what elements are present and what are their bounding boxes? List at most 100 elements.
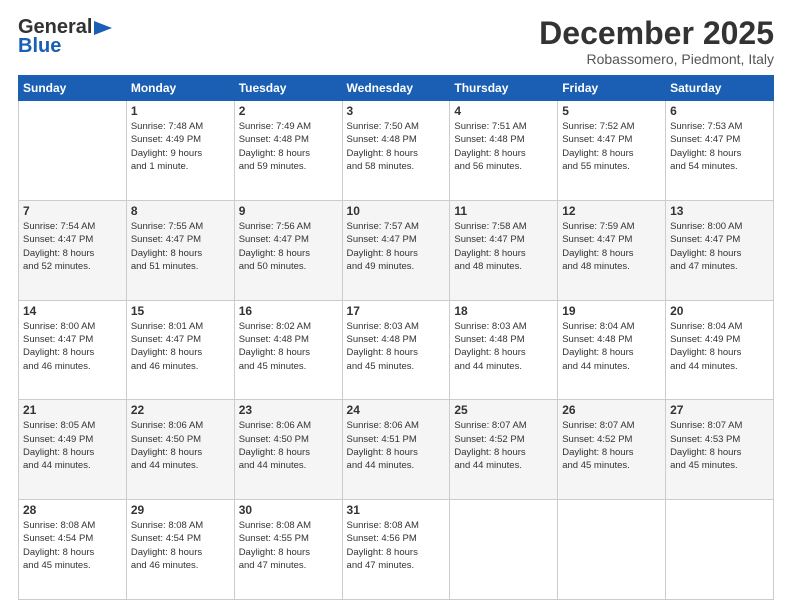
day-number: 10: [347, 204, 446, 218]
col-sunday: Sunday: [19, 76, 127, 101]
day-number: 11: [454, 204, 553, 218]
calendar: Sunday Monday Tuesday Wednesday Thursday…: [18, 75, 774, 600]
table-row: 31 Sunrise: 8:08 AMSunset: 4:56 PMDayligh…: [342, 500, 450, 600]
table-row: 9 Sunrise: 7:56 AMSunset: 4:47 PMDaylight…: [234, 200, 342, 300]
day-info: Sunrise: 8:06 AMSunset: 4:51 PMDaylight:…: [347, 419, 446, 472]
table-row: 1 Sunrise: 7:48 AMSunset: 4:49 PMDaylight…: [126, 101, 234, 201]
day-info: Sunrise: 8:08 AMSunset: 4:54 PMDaylight:…: [131, 519, 230, 572]
day-info: Sunrise: 8:03 AMSunset: 4:48 PMDaylight:…: [454, 320, 553, 373]
day-info: Sunrise: 8:00 AMSunset: 4:47 PMDaylight:…: [23, 320, 122, 373]
table-row: 13 Sunrise: 8:00 AMSunset: 4:47 PMDayligh…: [666, 200, 774, 300]
table-row: 27 Sunrise: 8:07 AMSunset: 4:53 PMDayligh…: [666, 400, 774, 500]
day-info: Sunrise: 7:50 AMSunset: 4:48 PMDaylight:…: [347, 120, 446, 173]
day-number: 6: [670, 104, 769, 118]
day-number: 13: [670, 204, 769, 218]
day-info: Sunrise: 8:04 AMSunset: 4:49 PMDaylight:…: [670, 320, 769, 373]
table-row: 2Sunrise: 7:49 AMSunset: 4:48 PMDaylight…: [234, 101, 342, 201]
day-info: Sunrise: 8:08 AMSunset: 4:56 PMDaylight:…: [347, 519, 446, 572]
day-number: 24: [347, 403, 446, 417]
day-number: 18: [454, 304, 553, 318]
table-row: 19 Sunrise: 8:04 AMSunset: 4:48 PMDayligh…: [558, 300, 666, 400]
day-number: 3: [347, 104, 446, 118]
table-row: 6Sunrise: 7:53 AMSunset: 4:47 PMDaylight…: [666, 101, 774, 201]
day-info: Sunrise: 8:05 AMSunset: 4:49 PMDaylight:…: [23, 419, 122, 472]
location: Robassomero, Piedmont, Italy: [539, 51, 774, 67]
table-row: 24 Sunrise: 8:06 AMSunset: 4:51 PMDayligh…: [342, 400, 450, 500]
day-number: 20: [670, 304, 769, 318]
day-number: 14: [23, 304, 122, 318]
calendar-week-row: 28 Sunrise: 8:08 AMSunset: 4:54 PMDayligh…: [19, 500, 774, 600]
day-number: 12: [562, 204, 661, 218]
table-row: [666, 500, 774, 600]
table-row: 22 Sunrise: 8:06 AMSunset: 4:50 PMDayligh…: [126, 400, 234, 500]
day-info: Sunrise: 7:52 AMSunset: 4:47 PMDaylight:…: [562, 120, 661, 173]
day-info: Sunrise: 8:08 AMSunset: 4:54 PMDaylight:…: [23, 519, 122, 572]
table-row: 4Sunrise: 7:51 AMSunset: 4:48 PMDaylight…: [450, 101, 558, 201]
day-number: 23: [239, 403, 338, 417]
day-number: 19: [562, 304, 661, 318]
table-row: 20 Sunrise: 8:04 AMSunset: 4:49 PMDayligh…: [666, 300, 774, 400]
month-title: December 2025: [539, 16, 774, 51]
day-number: 15: [131, 304, 230, 318]
day-number: 5: [562, 104, 661, 118]
day-info: Sunrise: 7:54 AMSunset: 4:47 PMDaylight:…: [23, 220, 122, 273]
calendar-week-row: 21Sunrise: 8:05 AMSunset: 4:49 PMDayligh…: [19, 400, 774, 500]
day-info: Sunrise: 8:00 AMSunset: 4:47 PMDaylight:…: [670, 220, 769, 273]
table-row: 11 Sunrise: 7:58 AMSunset: 4:47 PMDayligh…: [450, 200, 558, 300]
day-info: Sunrise: 8:06 AMSunset: 4:50 PMDaylight:…: [131, 419, 230, 472]
table-row: 5 Sunrise: 7:52 AMSunset: 4:47 PMDaylight…: [558, 101, 666, 201]
header: General Blue December 2025 Robassomero, …: [18, 16, 774, 67]
table-row: 25 Sunrise: 8:07 AMSunset: 4:52 PMDayligh…: [450, 400, 558, 500]
col-monday: Monday: [126, 76, 234, 101]
day-info: Sunrise: 8:01 AMSunset: 4:47 PMDaylight:…: [131, 320, 230, 373]
table-row: 28 Sunrise: 8:08 AMSunset: 4:54 PMDayligh…: [19, 500, 127, 600]
day-info: Sunrise: 8:07 AMSunset: 4:52 PMDaylight:…: [562, 419, 661, 472]
table-row: 17Sunrise: 8:03 AMSunset: 4:48 PMDayligh…: [342, 300, 450, 400]
day-number: 31: [347, 503, 446, 517]
day-number: 1: [131, 104, 230, 118]
day-info: Sunrise: 8:02 AMSunset: 4:48 PMDaylight:…: [239, 320, 338, 373]
table-row: 7 Sunrise: 7:54 AMSunset: 4:47 PMDaylight…: [19, 200, 127, 300]
calendar-header-row: Sunday Monday Tuesday Wednesday Thursday…: [19, 76, 774, 101]
table-row: 10Sunrise: 7:57 AMSunset: 4:47 PMDayligh…: [342, 200, 450, 300]
logo-flag-icon: [94, 21, 112, 35]
table-row: 14 Sunrise: 8:00 AMSunset: 4:47 PMDayligh…: [19, 300, 127, 400]
table-row: 8Sunrise: 7:55 AMSunset: 4:47 PMDaylight…: [126, 200, 234, 300]
calendar-week-row: 14 Sunrise: 8:00 AMSunset: 4:47 PMDayligh…: [19, 300, 774, 400]
day-info: Sunrise: 8:08 AMSunset: 4:55 PMDaylight:…: [239, 519, 338, 572]
table-row: 15 Sunrise: 8:01 AMSunset: 4:47 PMDayligh…: [126, 300, 234, 400]
day-number: 28: [23, 503, 122, 517]
col-wednesday: Wednesday: [342, 76, 450, 101]
day-number: 9: [239, 204, 338, 218]
table-row: 29 Sunrise: 8:08 AMSunset: 4:54 PMDayligh…: [126, 500, 234, 600]
day-number: 17: [347, 304, 446, 318]
col-friday: Friday: [558, 76, 666, 101]
day-number: 29: [131, 503, 230, 517]
table-row: 18 Sunrise: 8:03 AMSunset: 4:48 PMDayligh…: [450, 300, 558, 400]
col-tuesday: Tuesday: [234, 76, 342, 101]
table-row: 3 Sunrise: 7:50 AMSunset: 4:48 PMDaylight…: [342, 101, 450, 201]
title-area: December 2025 Robassomero, Piedmont, Ita…: [539, 16, 774, 67]
day-number: 22: [131, 403, 230, 417]
calendar-week-row: 7 Sunrise: 7:54 AMSunset: 4:47 PMDaylight…: [19, 200, 774, 300]
day-info: Sunrise: 7:51 AMSunset: 4:48 PMDaylight:…: [454, 120, 553, 173]
logo: General Blue: [18, 16, 112, 58]
day-number: 27: [670, 403, 769, 417]
col-saturday: Saturday: [666, 76, 774, 101]
day-info: Sunrise: 8:07 AMSunset: 4:52 PMDaylight:…: [454, 419, 553, 472]
day-info: Sunrise: 7:56 AMSunset: 4:47 PMDaylight:…: [239, 220, 338, 273]
day-number: 7: [23, 204, 122, 218]
day-info: Sunrise: 7:58 AMSunset: 4:47 PMDaylight:…: [454, 220, 553, 273]
table-row: [450, 500, 558, 600]
day-info: Sunrise: 7:48 AMSunset: 4:49 PMDaylight:…: [131, 120, 230, 173]
day-number: 2: [239, 104, 338, 118]
table-row: 23Sunrise: 8:06 AMSunset: 4:50 PMDayligh…: [234, 400, 342, 500]
day-info: Sunrise: 8:04 AMSunset: 4:48 PMDaylight:…: [562, 320, 661, 373]
day-number: 25: [454, 403, 553, 417]
table-row: 30Sunrise: 8:08 AMSunset: 4:55 PMDayligh…: [234, 500, 342, 600]
day-number: 26: [562, 403, 661, 417]
day-info: Sunrise: 7:55 AMSunset: 4:47 PMDaylight:…: [131, 220, 230, 273]
table-row: 26 Sunrise: 8:07 AMSunset: 4:52 PMDayligh…: [558, 400, 666, 500]
day-info: Sunrise: 8:07 AMSunset: 4:53 PMDaylight:…: [670, 419, 769, 472]
col-thursday: Thursday: [450, 76, 558, 101]
